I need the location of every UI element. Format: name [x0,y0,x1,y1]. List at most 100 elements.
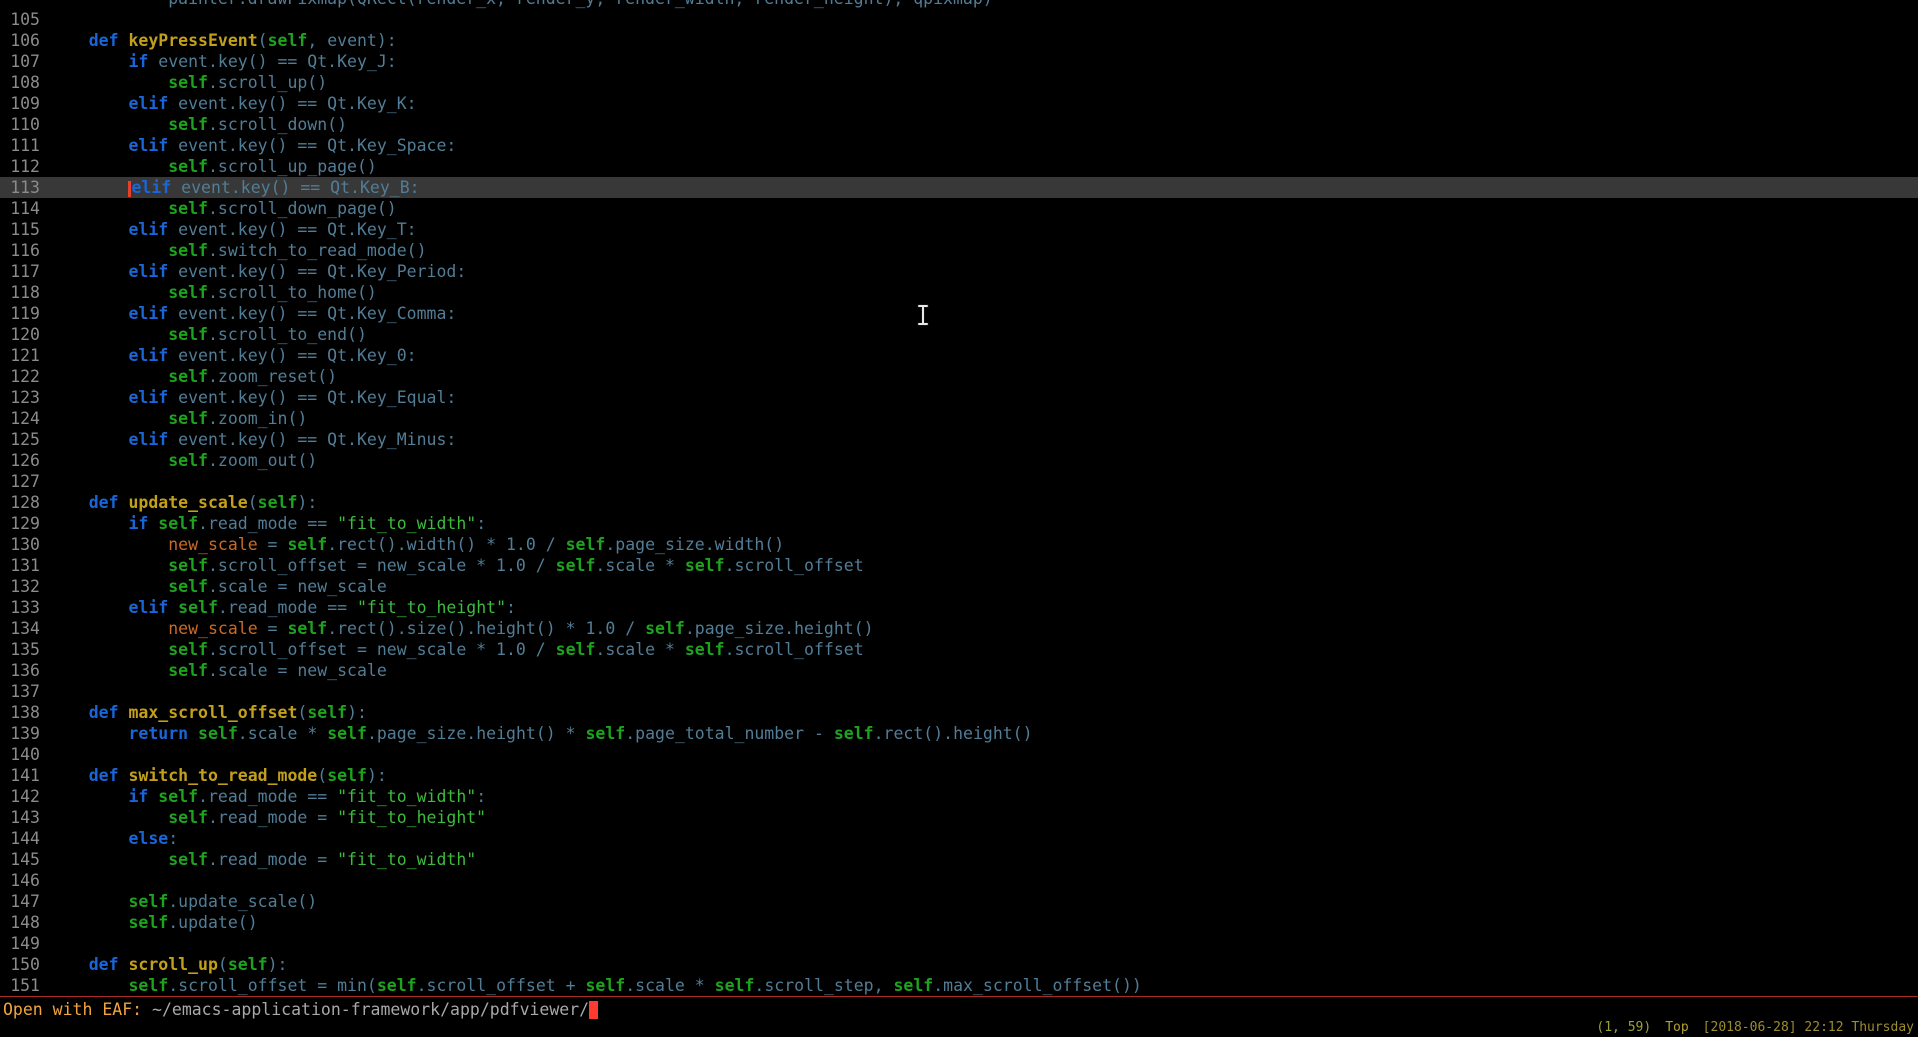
code-token [49,808,168,827]
code-line-partial[interactable]: painter.drawPixmap(QRect(render_x, rende… [0,0,1918,9]
code-line[interactable]: 109 elif event.key() == Qt.Key_K: [0,93,1918,114]
code-token [49,493,89,512]
code-token: .read_mode = [208,808,337,827]
line-number: 107 [0,51,40,72]
line-number: 136 [0,660,40,681]
code-line[interactable]: 123 elif event.key() == Qt.Key_Equal: [0,387,1918,408]
code-line[interactable]: 118 self.scroll_to_home() [0,282,1918,303]
code-line[interactable]: 141 def switch_to_read_mode(self): [0,765,1918,786]
code-line[interactable]: 143 self.read_mode = "fit_to_height" [0,807,1918,828]
code-text: self.scroll_down_page() [49,198,397,219]
code-token: elif [128,220,168,239]
code-text: def max_scroll_offset(self): [49,702,367,723]
code-token: .scale * [625,976,714,995]
code-token: event.key() == Qt.Key_Space: [168,136,456,155]
line-number: 126 [0,450,40,471]
code-token: def [89,31,119,50]
code-token: .page_size.height() * [367,724,586,743]
code-line[interactable]: 146 [0,870,1918,891]
line-number: 124 [0,408,40,429]
code-line[interactable]: 130 new_scale = self.rect().width() * 1.… [0,534,1918,555]
minibuffer-prompt: Open with EAF: [3,1000,152,1019]
code-line[interactable]: 124 self.zoom_in() [0,408,1918,429]
code-line[interactable]: 147 self.update_scale() [0,891,1918,912]
line-number: 106 [0,30,40,51]
code-line[interactable]: 110 self.scroll_down() [0,114,1918,135]
code-token: .scale * [238,724,327,743]
code-line[interactable]: 151 self.scroll_offset = min(self.scroll… [0,975,1918,996]
code-line[interactable]: 125 elif event.key() == Qt.Key_Minus: [0,429,1918,450]
line-number: 117 [0,261,40,282]
code-line[interactable]: 122 self.zoom_reset() [0,366,1918,387]
code-token [49,94,128,113]
code-text: self.zoom_in() [49,408,307,429]
code-token: .scroll_to_home() [208,283,377,302]
code-line[interactable]: 145 self.read_mode = "fit_to_width" [0,849,1918,870]
code-line[interactable]: 106 def keyPressEvent(self, event): [0,30,1918,51]
code-line[interactable]: 136 self.scale = new_scale [0,660,1918,681]
minibuffer-input[interactable]: ~/emacs-application-framework/app/pdfvie… [152,1000,589,1019]
code-line[interactable]: 148 self.update() [0,912,1918,933]
code-token [49,661,168,680]
code-line[interactable]: 115 elif event.key() == Qt.Key_T: [0,219,1918,240]
code-token: .switch_to_read_mode() [208,241,427,260]
code-line[interactable]: 129 if self.read_mode == "fit_to_width": [0,513,1918,534]
code-token: self [168,73,208,92]
code-line[interactable]: 135 self.scroll_offset = new_scale * 1.0… [0,639,1918,660]
code-line[interactable]: 117 elif event.key() == Qt.Key_Period: [0,261,1918,282]
code-line[interactable]: 127 [0,471,1918,492]
code-line[interactable]: 114 self.scroll_down_page() [0,198,1918,219]
line-number: 119 [0,303,40,324]
code-line[interactable]: 149 [0,933,1918,954]
code-line[interactable]: 139 return self.scale * self.page_size.h… [0,723,1918,744]
line-number: 127 [0,471,40,492]
code-line[interactable]: 112 self.scroll_up_page() [0,156,1918,177]
line-number: 129 [0,513,40,534]
code-line[interactable]: 113 elif event.key() == Qt.Key_B: [0,177,1918,198]
code-token: self [327,766,367,785]
code-line[interactable]: 105 [0,9,1918,30]
code-line[interactable]: 150 def scroll_up(self): [0,954,1918,975]
code-line[interactable]: 120 self.scroll_to_end() [0,324,1918,345]
code-line[interactable]: 134 new_scale = self.rect().size().heigh… [0,618,1918,639]
code-line[interactable]: 142 if self.read_mode == "fit_to_width": [0,786,1918,807]
code-line[interactable]: 138 def max_scroll_offset(self): [0,702,1918,723]
code-token: ): [297,493,317,512]
code-token: self [556,556,596,575]
code-token [49,451,168,470]
code-line[interactable]: 137 [0,681,1918,702]
code-line[interactable]: 119 elif event.key() == Qt.Key_Comma: [0,303,1918,324]
code-line[interactable]: 140 [0,744,1918,765]
code-token [119,955,129,974]
code-token [49,31,89,50]
code-token [49,409,168,428]
code-line[interactable]: 132 self.scale = new_scale [0,576,1918,597]
code-token [148,514,158,533]
code-line[interactable]: 108 self.scroll_up() [0,72,1918,93]
code-line[interactable]: 144 else: [0,828,1918,849]
code-line[interactable]: 111 elif event.key() == Qt.Key_Space: [0,135,1918,156]
code-token: .scale = new_scale [208,661,387,680]
code-token: if [128,52,148,71]
code-token [49,766,89,785]
code-line[interactable]: 128 def update_scale(self): [0,492,1918,513]
minibuffer[interactable]: Open with EAF: ~/emacs-application-frame… [3,999,598,1023]
line-number: 118 [0,282,40,303]
code-token: ( [248,493,258,512]
code-text: elif event.key() == Qt.Key_Equal: [49,387,456,408]
line-number: 114 [0,198,40,219]
code-line[interactable]: 126 self.zoom_out() [0,450,1918,471]
code-line[interactable]: 121 elif event.key() == Qt.Key_0: [0,345,1918,366]
code-line[interactable]: 107 if event.key() == Qt.Key_J: [0,51,1918,72]
line-number: 150 [0,954,40,975]
code-token: self [168,409,208,428]
code-line[interactable]: 131 self.scroll_offset = new_scale * 1.0… [0,555,1918,576]
code-text: self.scroll_up_page() [49,156,377,177]
code-line[interactable]: 116 self.switch_to_read_mode() [0,240,1918,261]
code-text: elif event.key() == Qt.Key_T: [49,219,417,240]
code-token: event.key() == Qt.Key_T: [168,220,416,239]
line-number: 131 [0,555,40,576]
code-area[interactable]: painter.drawPixmap(QRect(render_x, rende… [0,0,1918,996]
line-number: 132 [0,576,40,597]
code-line[interactable]: 133 elif self.read_mode == "fit_to_heigh… [0,597,1918,618]
